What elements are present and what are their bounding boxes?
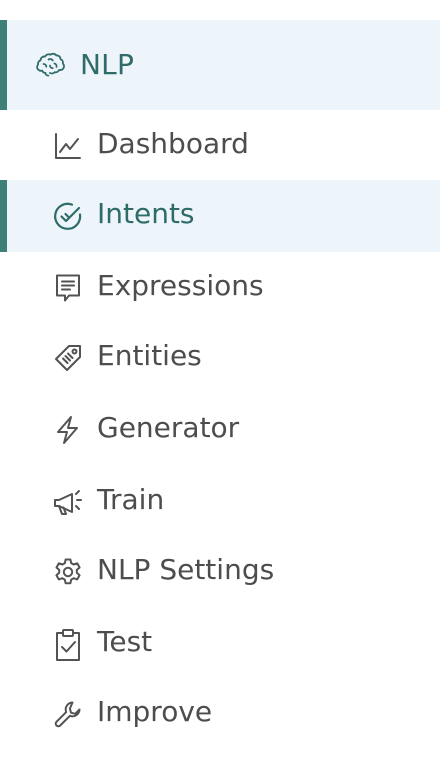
- sidebar-item-entities[interactable]: Entities: [0, 322, 440, 394]
- circle-check-icon: [52, 200, 84, 232]
- gear-icon: [52, 556, 84, 588]
- sidebar-section-label: NLP: [80, 48, 135, 81]
- brain-icon: [36, 52, 66, 78]
- sidebar-item-improve[interactable]: Improve: [0, 678, 440, 750]
- sidebar-item-label: Dashboard: [97, 127, 249, 160]
- sidebar-item-expressions[interactable]: Expressions: [0, 252, 440, 324]
- sidebar-item-nlp-settings[interactable]: NLP Settings: [0, 536, 440, 608]
- sidebar-item-dashboard[interactable]: Dashboard: [0, 110, 440, 182]
- sidebar-item-generator[interactable]: Generator: [0, 394, 440, 466]
- sidebar-item-label: NLP Settings: [97, 553, 275, 586]
- line-chart-icon: [52, 130, 84, 162]
- sidebar-item-label: Improve: [97, 695, 213, 728]
- sidebar-item-label: Generator: [97, 411, 240, 444]
- sidebar-item-label: Train: [97, 483, 165, 516]
- message-square-icon: [52, 272, 84, 304]
- sidebar: NLP Dashboard Intents Expressions Entiti…: [0, 0, 440, 762]
- wrench-icon: [52, 698, 84, 730]
- clipboard-check-icon: [52, 628, 84, 661]
- megaphone-icon: [52, 486, 84, 518]
- tag-icon: [52, 342, 84, 374]
- sidebar-item-test[interactable]: Test: [0, 608, 440, 680]
- sidebar-item-label: Test: [97, 625, 153, 658]
- sidebar-section-nlp[interactable]: NLP: [0, 20, 440, 110]
- sidebar-item-intents[interactable]: Intents: [0, 180, 440, 252]
- sidebar-item-label: Intents: [97, 197, 195, 230]
- sidebar-item-label: Entities: [97, 339, 202, 372]
- sidebar-item-label: Expressions: [97, 269, 264, 302]
- sidebar-item-train[interactable]: Train: [0, 466, 440, 538]
- lightning-icon: [52, 414, 84, 446]
